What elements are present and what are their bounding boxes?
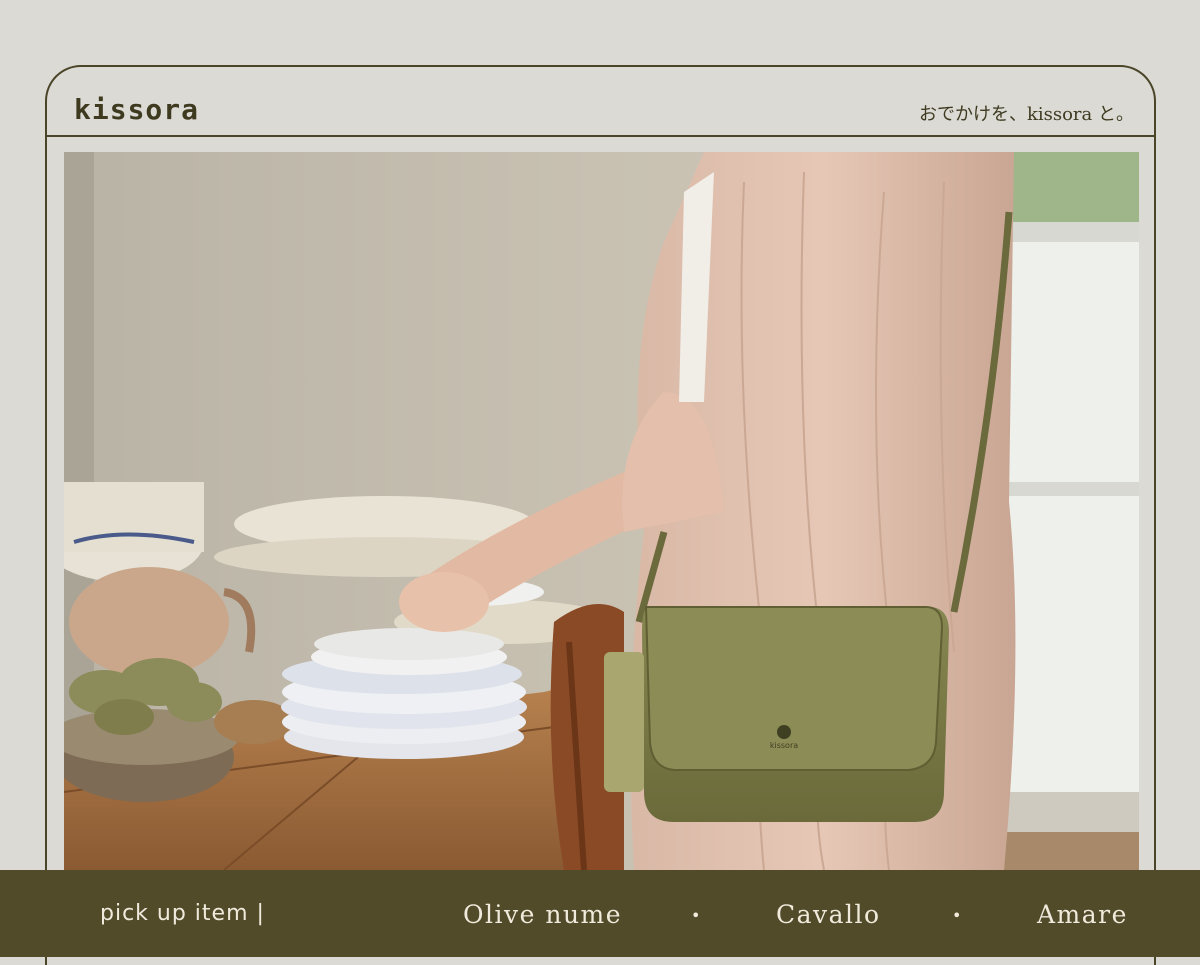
brand-logo[interactable]: kissora xyxy=(74,93,199,126)
hero-illustration: kissora xyxy=(64,152,1139,870)
pickup-separator: • xyxy=(952,906,962,925)
hero-photo: kissora xyxy=(64,152,1139,870)
pickup-bar: pick up item | Olive nume • Cavallo • Am… xyxy=(0,870,1200,957)
header-divider xyxy=(45,135,1156,137)
pickup-label: pick up item | xyxy=(100,901,265,926)
bag-logo-text: kissora xyxy=(770,741,798,750)
pickup-item-cavallo[interactable]: Cavallo xyxy=(776,900,881,929)
pickup-separator: • xyxy=(691,906,701,925)
pickup-item-olive-nume[interactable]: Olive nume xyxy=(463,900,622,929)
tagline: おでかけを、kissora と。 xyxy=(918,104,1134,125)
pickup-item-amare[interactable]: Amare xyxy=(1037,900,1128,929)
